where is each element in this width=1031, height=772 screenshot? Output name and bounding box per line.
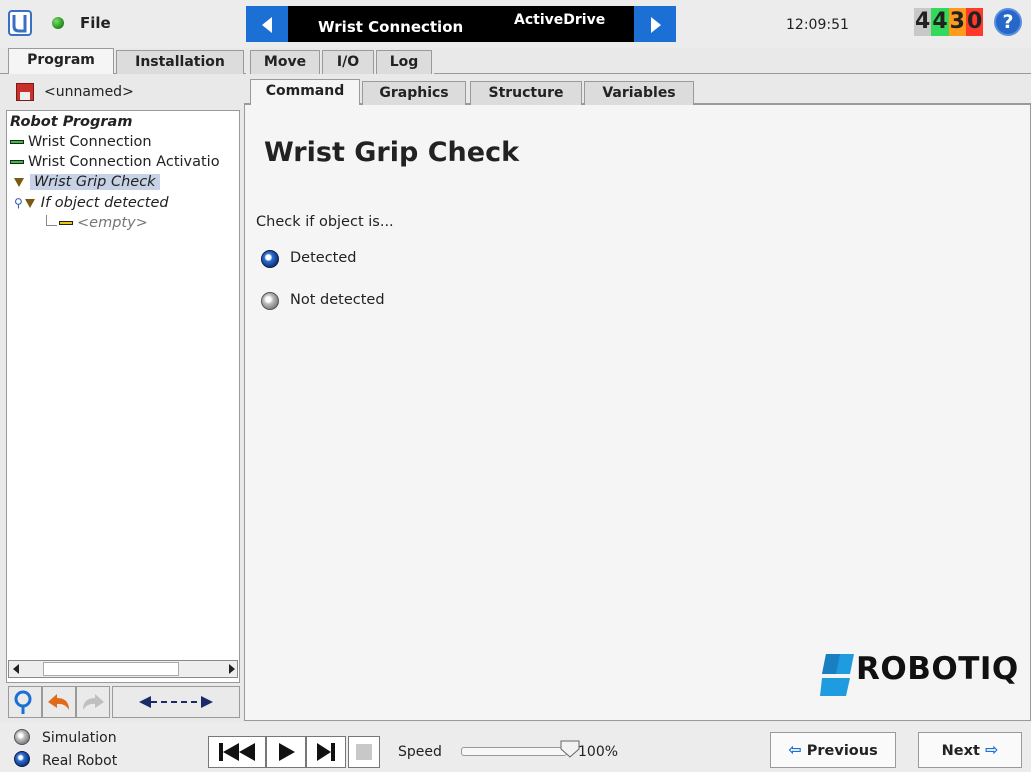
help-icon[interactable]: ? bbox=[994, 8, 1022, 36]
serial-digit: 3 bbox=[948, 8, 966, 36]
serial-digit: 4 bbox=[931, 8, 949, 36]
simulation-radio[interactable] bbox=[14, 729, 30, 745]
tab-log[interactable]: Log bbox=[376, 50, 432, 74]
tree-horizontal-scrollbar[interactable] bbox=[8, 660, 238, 678]
play-button[interactable] bbox=[266, 736, 306, 768]
tree-item[interactable]: ⚲ If object detected bbox=[14, 195, 169, 211]
undo-button[interactable] bbox=[42, 686, 76, 718]
file-menu[interactable]: File bbox=[80, 14, 111, 32]
top-bar: File Wrist Connection ActiveDrive 12:09:… bbox=[0, 0, 1031, 48]
move-node-button[interactable] bbox=[112, 686, 240, 718]
previous-button[interactable]: ⇦ Previous bbox=[770, 732, 896, 768]
program-subtitle: ActiveDrive bbox=[514, 12, 606, 28]
program-title: Wrist Connection bbox=[318, 18, 464, 36]
brand-name: ROBOTIQ bbox=[856, 651, 1019, 687]
step-icon bbox=[317, 743, 335, 761]
tree-item-label: <empty> bbox=[77, 215, 148, 231]
tree-item-label: Wrist Connection Activatio bbox=[28, 154, 220, 170]
tab-move[interactable]: Move bbox=[250, 50, 320, 74]
radio-not-detected[interactable] bbox=[261, 292, 279, 310]
simulation-label[interactable]: Simulation bbox=[42, 730, 117, 746]
next-button[interactable]: Next ⇨ bbox=[918, 732, 1022, 768]
tree-item[interactable]: Wrist Connection bbox=[10, 134, 152, 150]
tree-item[interactable]: <empty> bbox=[46, 215, 148, 231]
real-robot-radio[interactable] bbox=[14, 751, 30, 767]
redo-icon bbox=[83, 694, 104, 710]
radio-detected[interactable] bbox=[261, 250, 279, 268]
step-button[interactable] bbox=[306, 736, 346, 768]
branch-connector-icon: ⚲ bbox=[14, 196, 23, 210]
tab-structure[interactable]: Structure bbox=[470, 81, 582, 105]
command-panel bbox=[244, 104, 1031, 721]
check-label: Check if object is... bbox=[256, 214, 394, 230]
program-file-name: <unnamed> bbox=[44, 84, 134, 100]
save-file-icon[interactable] bbox=[16, 83, 34, 101]
arrow-left-icon: ⇦ bbox=[788, 740, 802, 759]
speed-slider-thumb[interactable] bbox=[560, 740, 580, 758]
robotiq-logo-icon bbox=[820, 654, 854, 696]
nav-next-program-button[interactable] bbox=[634, 6, 676, 42]
scroll-right-icon[interactable] bbox=[229, 664, 235, 674]
tab-installation[interactable]: Installation bbox=[116, 50, 244, 74]
node-marker-icon bbox=[59, 221, 73, 225]
play-icon bbox=[279, 743, 295, 761]
tab-program[interactable]: Program bbox=[8, 48, 114, 74]
stop-button[interactable] bbox=[348, 736, 380, 768]
tree-root[interactable]: Robot Program bbox=[10, 114, 132, 130]
branch-line-icon bbox=[46, 215, 57, 226]
tree-item-label: Wrist Connection bbox=[28, 134, 152, 150]
rewind-button[interactable] bbox=[208, 736, 266, 768]
tree-item[interactable]: Wrist Connection Activatio bbox=[10, 154, 220, 170]
tree-item-selected[interactable]: Wrist Grip Check bbox=[14, 174, 160, 190]
scrollbar-thumb[interactable] bbox=[43, 662, 179, 676]
speed-label: Speed bbox=[398, 744, 442, 760]
move-arrows-icon bbox=[139, 696, 213, 708]
radio-detected-label[interactable]: Detected bbox=[290, 250, 356, 266]
search-button[interactable] bbox=[8, 686, 42, 718]
speed-value: 100% bbox=[578, 744, 619, 760]
speed-slider-track[interactable] bbox=[461, 747, 567, 756]
tab-io[interactable]: I/O bbox=[322, 50, 374, 74]
serial-digit: 4 bbox=[914, 8, 932, 36]
arrow-right-icon bbox=[651, 17, 661, 33]
tab-command[interactable]: Command bbox=[250, 79, 360, 105]
tab-graphics[interactable]: Graphics bbox=[362, 81, 466, 105]
previous-label: Previous bbox=[806, 743, 878, 759]
expand-triangle-icon bbox=[24, 198, 35, 208]
stop-icon bbox=[356, 744, 372, 760]
ur-logo-icon[interactable] bbox=[8, 10, 32, 36]
node-marker-icon bbox=[10, 140, 24, 144]
tab-variables[interactable]: Variables bbox=[584, 81, 694, 105]
serial-digit: 0 bbox=[965, 8, 984, 36]
tree-item-label: Wrist Grip Check bbox=[30, 174, 160, 190]
real-robot-label[interactable]: Real Robot bbox=[42, 753, 117, 769]
undo-icon bbox=[48, 694, 69, 710]
clock: 12:09:51 bbox=[786, 17, 849, 33]
node-title: Wrist Grip Check bbox=[264, 137, 520, 168]
expand-triangle-icon bbox=[14, 177, 24, 187]
radio-not-detected-label[interactable]: Not detected bbox=[290, 292, 385, 308]
nav-prev-program-button[interactable] bbox=[246, 6, 288, 42]
next-label: Next bbox=[941, 743, 980, 759]
arrow-left-icon bbox=[262, 17, 272, 33]
skip-back-icon bbox=[219, 743, 255, 761]
scroll-left-icon[interactable] bbox=[13, 664, 19, 674]
tree-item-label: If object detected bbox=[40, 195, 169, 211]
serial-number-badge: 4430 bbox=[914, 8, 984, 36]
arrow-right-icon: ⇨ bbox=[984, 740, 999, 759]
status-indicator-icon bbox=[52, 17, 64, 29]
search-icon bbox=[14, 690, 32, 714]
redo-button[interactable] bbox=[76, 686, 110, 718]
tab-divider bbox=[434, 73, 1031, 74]
node-marker-icon bbox=[10, 160, 24, 164]
